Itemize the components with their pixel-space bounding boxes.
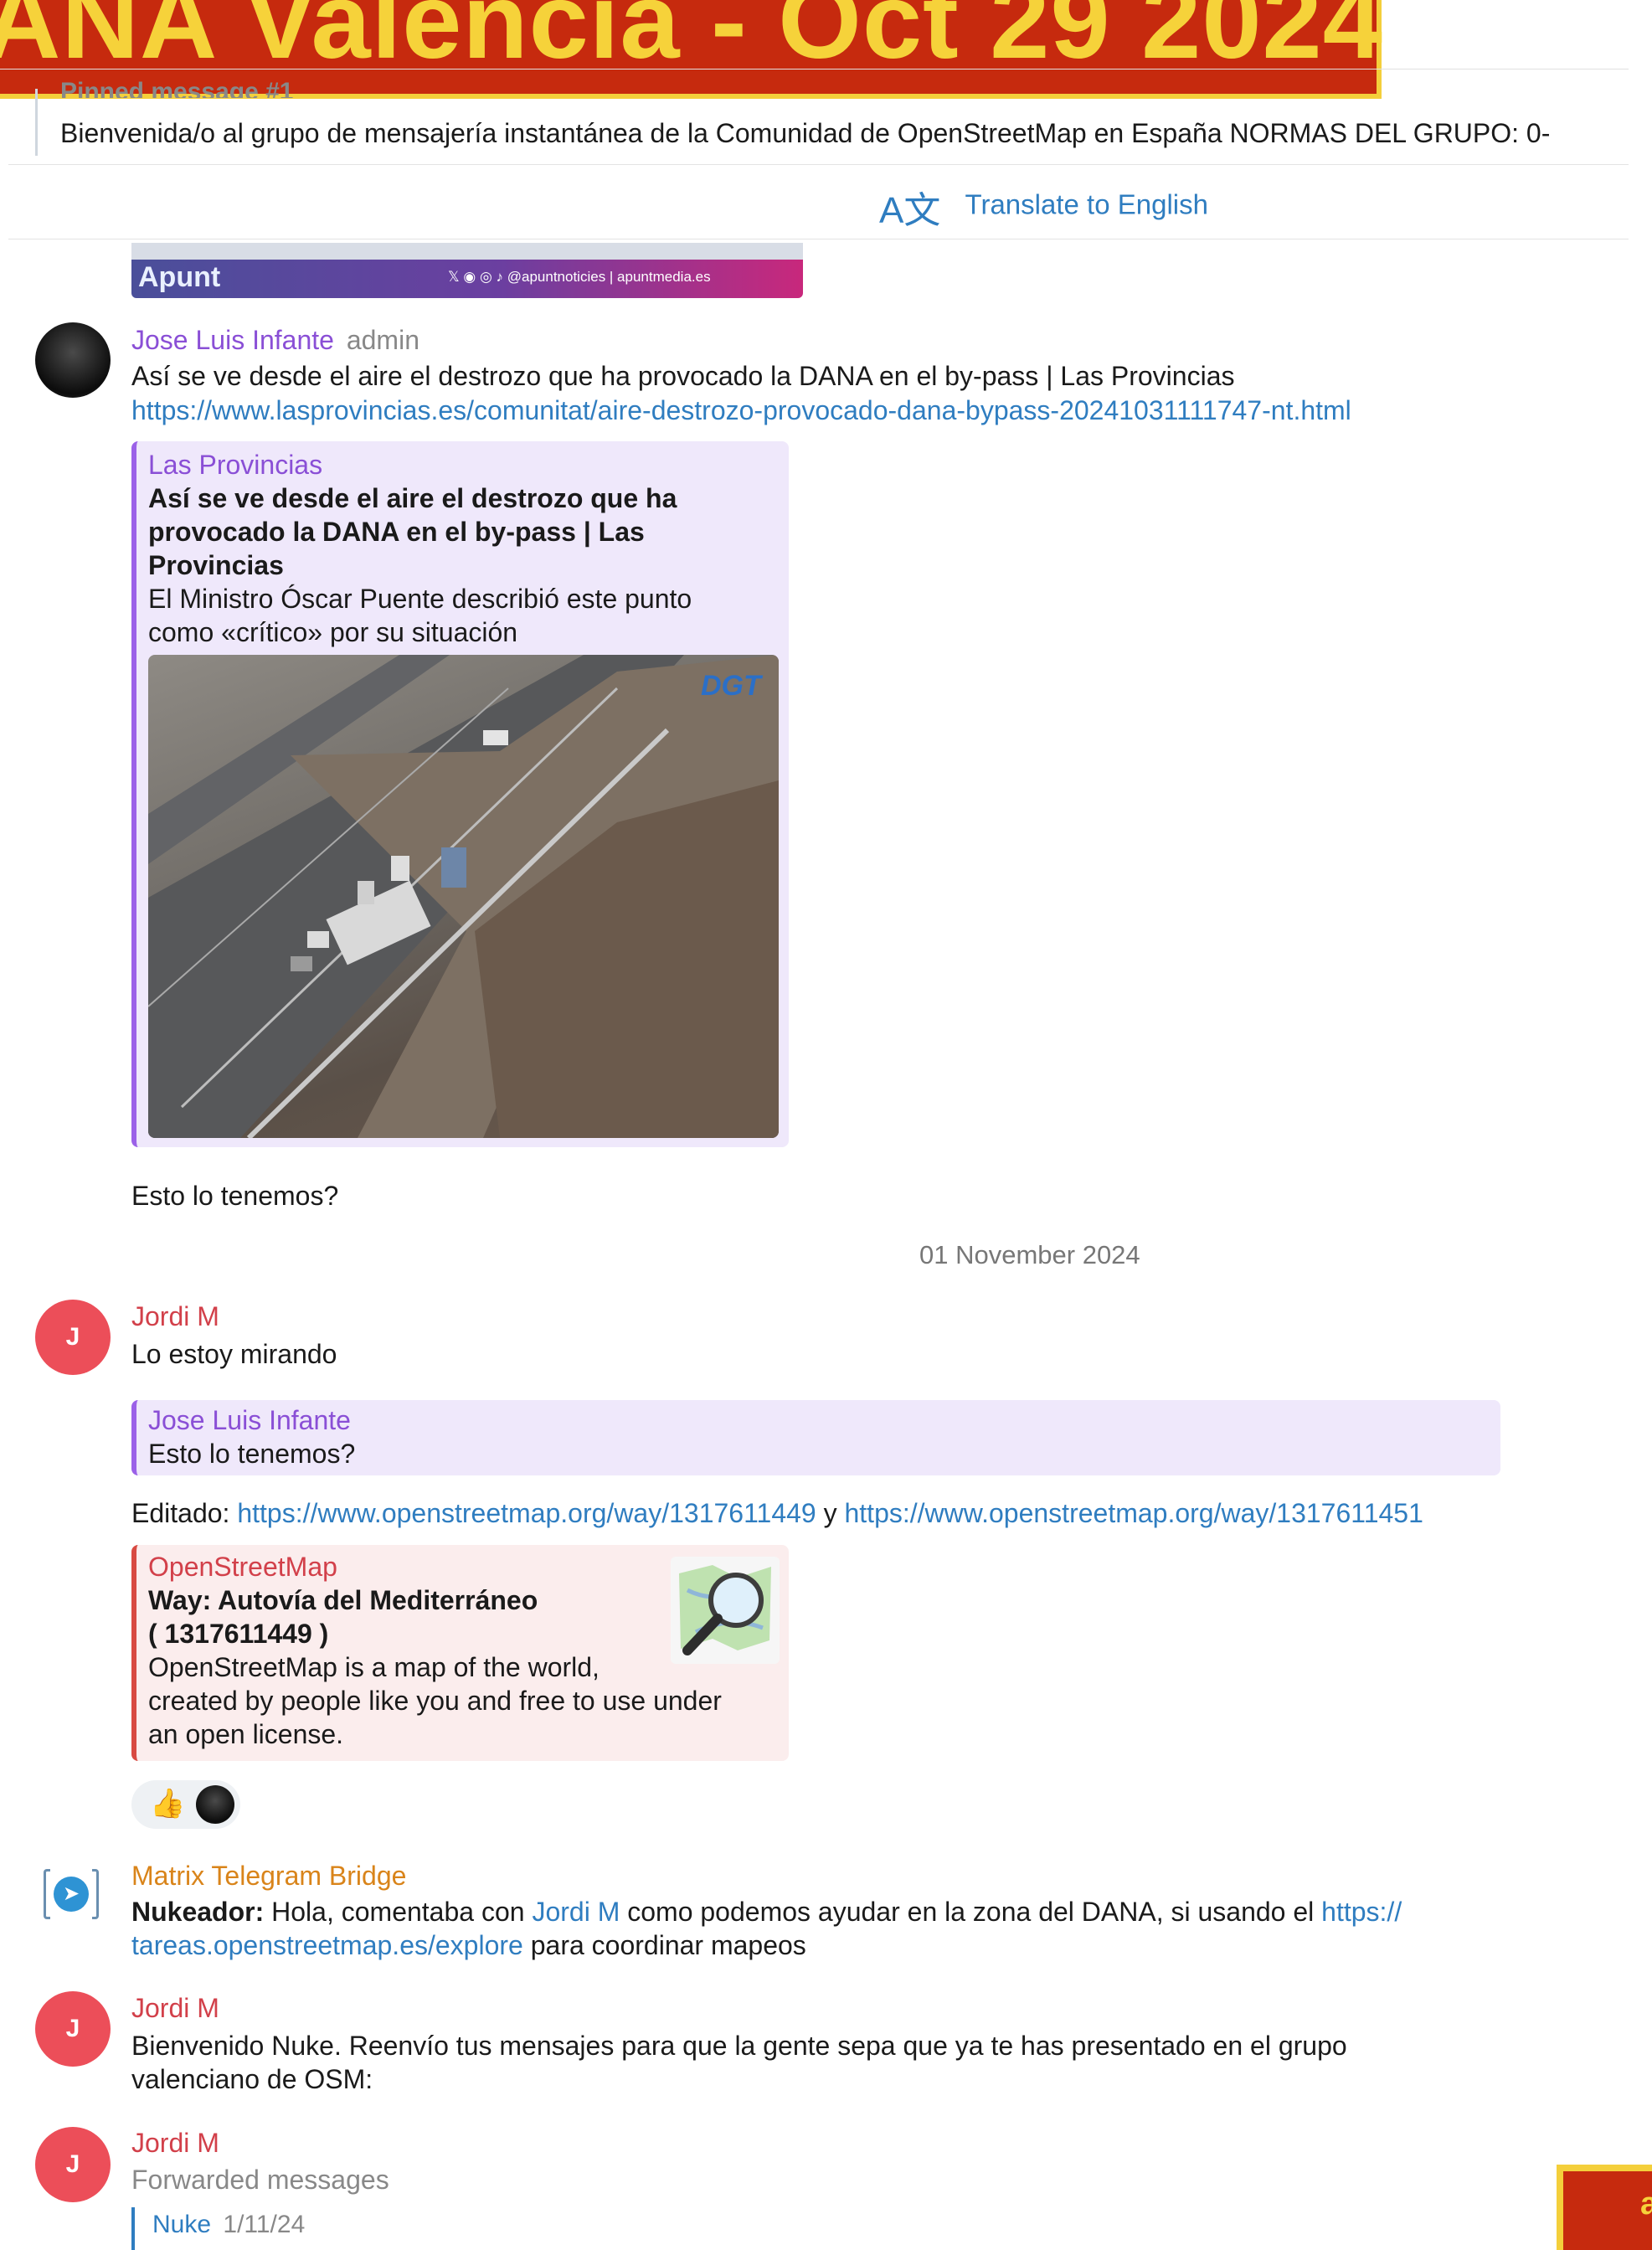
preview-desc-line: OpenStreetMap is a map of the world, [148, 1652, 600, 1682]
translate-icon: A文 [879, 190, 941, 231]
social-handles: 𝕏 ◉ ◎ ♪ @apuntnoticies | apuntmedia.es [448, 269, 711, 285]
message-fragment: Hola, comentaba con [264, 1897, 533, 1927]
sender-name[interactable]: Jordi M [131, 1301, 219, 1332]
preview-title-line: Way: Autovía del Mediterráneo [148, 1585, 538, 1615]
preview-title: Así se ve desde el aire el destrozo que … [148, 481, 677, 582]
translate-button[interactable]: A文 Translate to English [879, 180, 1208, 234]
avatar[interactable]: J [35, 1991, 111, 2067]
preview-description: OpenStreetMap is a map of the world, cre… [148, 1650, 722, 1751]
edit-prefix: Editado: [131, 1498, 238, 1528]
pinned-header: Pinned message #1 [60, 78, 294, 98]
message-text: Nukeador: Hola, comentaba con Jordi M co… [131, 1895, 1402, 1928]
edited-line: Editado: https://www.openstreetmap.org/w… [131, 1496, 1423, 1530]
preview-title-line: provocado la DANA en el by-pass | Las [148, 517, 645, 547]
highway-photo [148, 655, 779, 1138]
image-top [131, 243, 803, 260]
corner-badge-text: a [1640, 2186, 1652, 2222]
reactor-avatar [196, 1785, 234, 1824]
preview-desc-line: como «crítico» por su situación [148, 617, 518, 647]
avatar[interactable] [35, 322, 111, 398]
message-text: valenciano de OSM: [131, 2064, 373, 2094]
corner-badge: a [1557, 2165, 1652, 2250]
sender-name[interactable]: Jordi M [131, 1993, 219, 2024]
preview-site: Las Provincias [148, 450, 323, 480]
apunt-logo: Apunt [138, 261, 221, 293]
preview-title-line: Provincias [148, 550, 284, 580]
divider [8, 164, 1629, 165]
message-link[interactable]: https://www.lasprovincias.es/comunitat/a… [131, 394, 1351, 427]
forwarded-sender[interactable]: Nuke [152, 2211, 211, 2238]
reply-quote[interactable]: Jose Luis Infante Esto lo tenemos? [131, 1400, 1500, 1475]
message-text: Esto lo tenemos? [131, 1181, 339, 1211]
osm-logo [671, 1557, 780, 1664]
reply-sender: Jose Luis Infante [148, 1405, 351, 1435]
pinned-bar [35, 89, 38, 156]
link-preview[interactable]: OpenStreetMap Way: Autovía del Mediterrá… [131, 1545, 789, 1761]
forwarded-header[interactable]: Nuke 1/11/24 [152, 2211, 305, 2239]
preview-desc-line: created by people like you and free to u… [148, 1686, 722, 1716]
link-preview[interactable]: Las Provincias Así se ve desde el aire e… [131, 441, 789, 1147]
pinned-text: Bienvenida/o al grupo de mensajería inst… [60, 118, 1551, 148]
thumbs-up-icon: 👍 [150, 1788, 186, 1820]
preview-desc-line: El Ministro Óscar Puente describió este … [148, 584, 692, 614]
preview-desc-line: an open license. [148, 1719, 344, 1749]
sender-name[interactable]: Jordi M [131, 2128, 219, 2159]
message-text: Bienvenido Nuke. Reenvío tus mensajes pa… [131, 2031, 1347, 2061]
media-image[interactable]: Apunt 𝕏 ◉ ◎ ♪ @apuntnoticies | apuntmedi… [131, 260, 803, 298]
message-fragment: para coordinar mapeos [522, 1930, 806, 1960]
forwarded-label: Forwarded messages [131, 2165, 389, 2195]
link-separator: y [816, 1498, 845, 1528]
user-mention[interactable]: Jordi M [532, 1897, 620, 1927]
reaction-pill[interactable]: 👍 [131, 1780, 240, 1829]
reply-text: Esto lo tenemos? [148, 1439, 356, 1469]
preview-image[interactable]: DGT [148, 655, 779, 1138]
sender-name[interactable]: Jose Luis Infante [131, 325, 334, 355]
date-divider: 01 November 2024 [919, 1240, 1140, 1269]
message-author: Nukeador: [131, 1897, 265, 1927]
divider [0, 69, 1629, 70]
telegram-bridge-icon[interactable]: ➤ [44, 1869, 99, 1919]
osm-link[interactable]: https://www.openstreetmap.org/way/131761… [237, 1498, 816, 1528]
sender-name[interactable]: Matrix Telegram Bridge [131, 1861, 406, 1892]
message-fragment: como podemos ayudar en la zona del DANA,… [620, 1897, 1322, 1927]
banner-title: ANA Valencia - Oct 29 2024 [0, 0, 1383, 81]
preview-site: OpenStreetMap [148, 1552, 337, 1582]
sender-role: admin [346, 325, 419, 355]
message-text: Así se ve desde el aire el destrozo que … [131, 361, 1235, 391]
forwarded-date: 1/11/24 [223, 2211, 306, 2238]
osm-link[interactable]: https://www.openstreetmap.org/way/131761… [844, 1498, 1423, 1528]
preview-description: El Ministro Óscar Puente describió este … [148, 582, 692, 649]
avatar[interactable]: J [35, 1300, 111, 1375]
preview-title: Way: Autovía del Mediterráneo ( 13176114… [148, 1583, 538, 1650]
pinned-message[interactable]: Pinned message #1 Bienvenida/o al grupo … [0, 78, 1629, 164]
translate-label: Translate to English [965, 188, 1208, 220]
forward-bar [131, 2207, 135, 2250]
avatar[interactable]: J [35, 2127, 111, 2202]
message-text: Lo estoy mirando [131, 1339, 337, 1369]
message-text-line: tareas.openstreetmap.es/explore para coo… [131, 1928, 806, 1962]
magnifier-map-icon [679, 1565, 771, 1655]
preview-title-line: Así se ve desde el aire el destrozo que … [148, 483, 677, 513]
message-sender[interactable]: Jose Luis Infante admin [131, 325, 419, 356]
tasking-link[interactable]: tareas.openstreetmap.es/explore [131, 1930, 523, 1960]
tasking-link[interactable]: https:// [1321, 1897, 1402, 1927]
preview-title-line: ( 1317611449 ) [148, 1619, 329, 1649]
dgt-watermark: DGT [701, 670, 761, 702]
